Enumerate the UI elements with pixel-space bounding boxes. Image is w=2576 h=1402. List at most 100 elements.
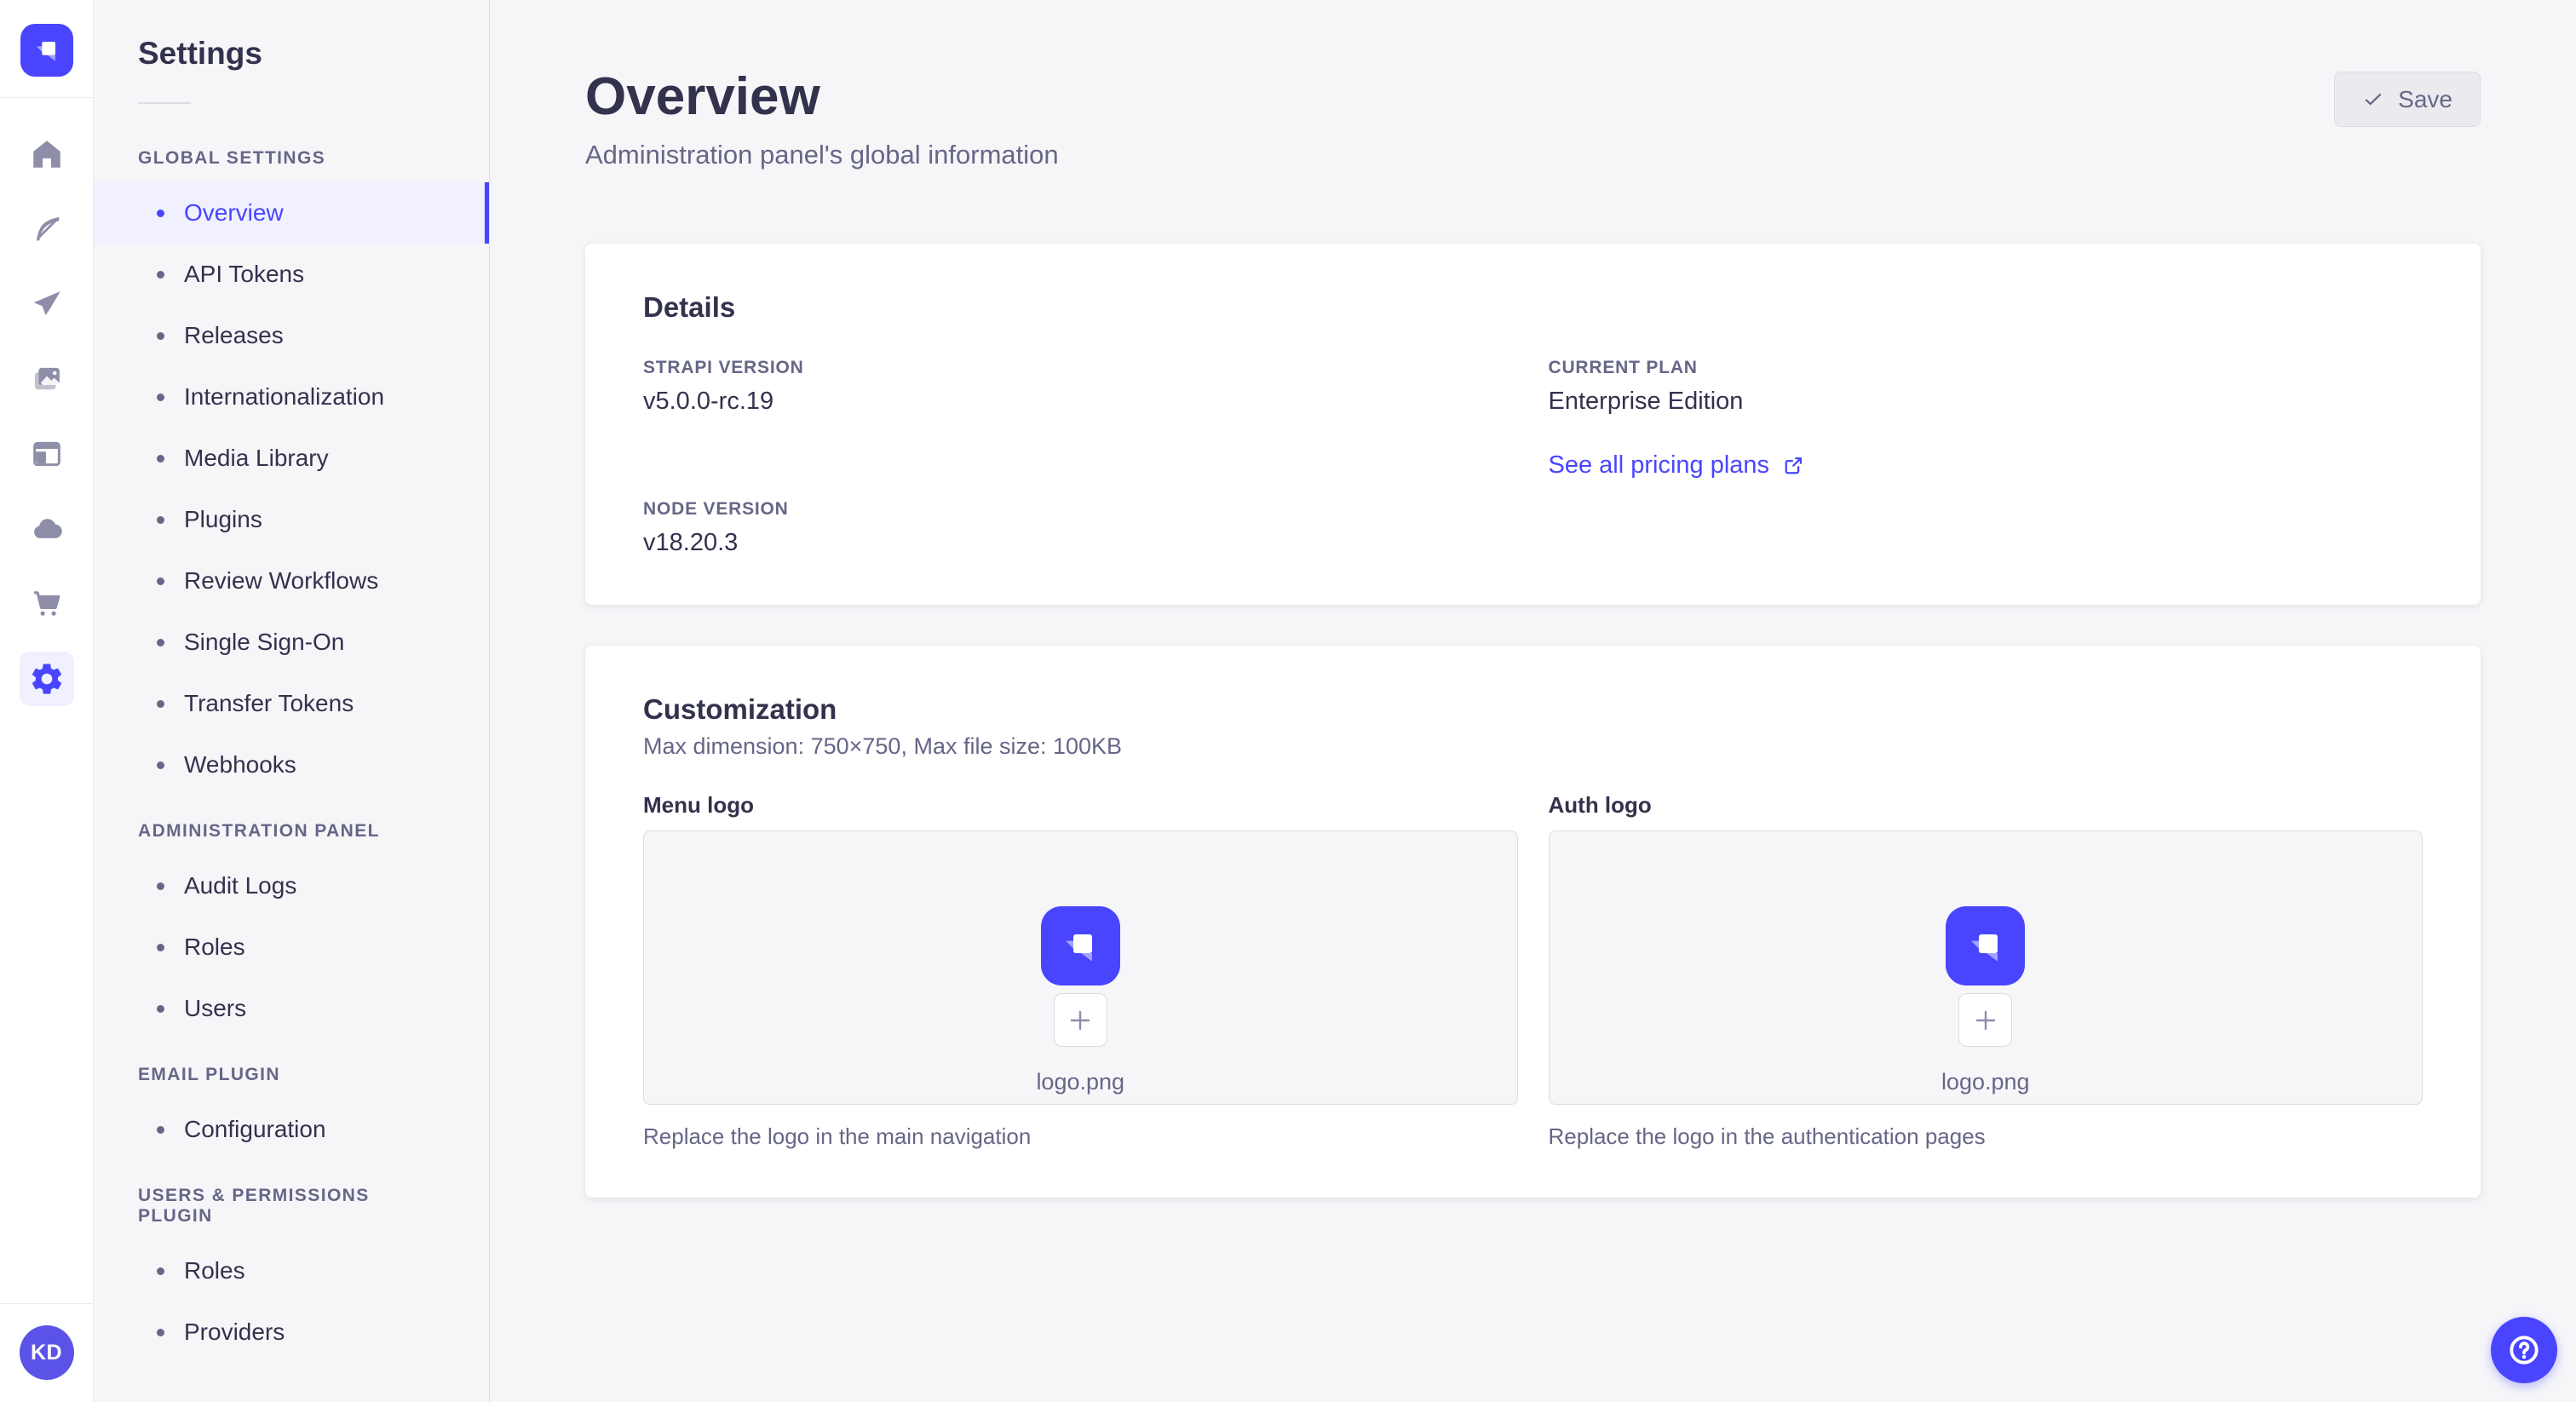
sidebar-item-single-sign-on[interactable]: Single Sign-On xyxy=(94,612,489,673)
sidebar-item-label: Configuration xyxy=(184,1116,326,1142)
auth-logo-block: Auth logo logo.png Replace the logo in t… xyxy=(1548,792,2423,1150)
sidebar-item-label: Webhooks xyxy=(184,751,296,778)
menu-logo-dropzone[interactable]: logo.png xyxy=(643,830,1518,1106)
feather-icon[interactable] xyxy=(20,202,74,256)
strapi-logo-glyph xyxy=(1970,934,1998,962)
page-subtitle: Administration panel's global informatio… xyxy=(585,140,1059,170)
strapi-logo-glyph xyxy=(36,42,55,61)
plus-icon xyxy=(1975,1010,1995,1030)
cart-icon[interactable] xyxy=(20,577,74,631)
rail-nav xyxy=(19,127,74,706)
sidebar-item-label: Users xyxy=(184,995,247,1021)
auth-logo-caption: Replace the logo in the authentication p… xyxy=(1548,1123,1986,1150)
sidebar-item-label: Roles xyxy=(184,1257,245,1284)
details-right-column: CURRENT PLAN Enterprise Edition See all … xyxy=(1549,358,2424,557)
sidebar-title-divider xyxy=(138,102,191,104)
save-button[interactable]: Save xyxy=(2334,72,2481,127)
menu-logo-block: Menu logo logo.png Replace the logo in t… xyxy=(643,792,1518,1150)
sidebar-item-label: Review Workflows xyxy=(184,567,379,594)
bullet-icon xyxy=(157,1328,164,1336)
home-icon[interactable] xyxy=(20,127,74,181)
send-icon[interactable] xyxy=(20,277,74,331)
sidebar-item-label: Media Library xyxy=(184,445,329,471)
bullet-icon xyxy=(157,209,164,217)
section-label-global-settings: GLOBAL SETTINGS xyxy=(138,148,326,168)
current-plan-field: CURRENT PLAN Enterprise Edition xyxy=(1549,358,2424,416)
current-plan-label: CURRENT PLAN xyxy=(1548,358,1698,378)
sidebar-item-label: Single Sign-On xyxy=(184,629,345,655)
section-label-administration-panel: ADMINISTRATION PANEL xyxy=(138,821,380,841)
sidebar-item-email-configuration[interactable]: Configuration xyxy=(94,1099,489,1160)
node-version-value: v18.20.3 xyxy=(643,529,739,557)
bullet-icon xyxy=(157,1267,164,1275)
strapi-logo[interactable] xyxy=(20,24,73,77)
bullet-icon xyxy=(157,515,164,524)
current-plan-value: Enterprise Edition xyxy=(1548,388,1744,416)
sidebar-item-label: Providers xyxy=(184,1319,285,1345)
customization-card-title: Customization xyxy=(643,693,837,726)
sidebar-item-admin-roles[interactable]: Roles xyxy=(94,916,489,978)
rail-divider xyxy=(0,97,93,98)
sidebar-item-plugins[interactable]: Plugins xyxy=(94,489,489,550)
layout-icon[interactable] xyxy=(20,427,74,481)
page-title-block: Overview Administration panel's global i… xyxy=(585,67,1059,170)
sidebar-item-label: Releases xyxy=(184,322,284,348)
bullet-icon xyxy=(157,270,164,279)
bullet-icon xyxy=(157,1004,164,1013)
cloud-icon[interactable] xyxy=(20,502,74,556)
avatar[interactable]: KD xyxy=(19,1325,74,1380)
bullet-icon xyxy=(157,699,164,708)
sidebar-item-transfer-tokens[interactable]: Transfer Tokens xyxy=(94,673,489,734)
bullet-icon xyxy=(157,761,164,769)
details-card-title: Details xyxy=(643,291,736,324)
sidebar-item-label: Audit Logs xyxy=(184,872,297,899)
pricing-plans-link[interactable]: See all pricing plans xyxy=(1549,451,1806,480)
menu-logo-add-button[interactable] xyxy=(1053,993,1107,1048)
menu-logo-preview xyxy=(1040,906,1120,986)
external-link-icon xyxy=(1785,457,1803,474)
sidebar-item-label: Transfer Tokens xyxy=(184,690,354,716)
auth-logo-filename: logo.png xyxy=(1941,1069,2030,1095)
auth-logo-dropzone[interactable]: logo.png xyxy=(1548,830,2423,1106)
sidebar-item-admin-users[interactable]: Users xyxy=(94,978,489,1039)
media-icon[interactable] xyxy=(20,352,74,406)
save-button-label: Save xyxy=(2398,85,2452,112)
check-icon xyxy=(2365,93,2382,105)
bullet-icon xyxy=(157,1125,164,1134)
sidebar-item-up-roles[interactable]: Roles xyxy=(94,1240,489,1301)
main-nav-rail: KD xyxy=(0,0,94,1402)
strapi-version-label: STRAPI VERSION xyxy=(643,358,804,378)
gear-icon[interactable] xyxy=(19,652,74,706)
sidebar-item-review-workflows[interactable]: Review Workflows xyxy=(94,550,489,612)
node-version-label: NODE VERSION xyxy=(643,499,789,520)
auth-logo-add-button[interactable] xyxy=(1958,993,2013,1048)
sidebar-item-internationalization[interactable]: Internationalization xyxy=(94,366,489,428)
sidebar-item-up-providers[interactable]: Providers xyxy=(94,1301,489,1363)
auth-logo-label: Auth logo xyxy=(1548,792,1652,819)
sidebar-item-label: API Tokens xyxy=(184,261,305,287)
details-card: Details STRAPI VERSION v5.0.0-rc.19 NODE… xyxy=(585,244,2481,606)
sidebar-item-label: Plugins xyxy=(184,506,262,532)
menu-logo-caption: Replace the logo in the main navigation xyxy=(643,1123,1032,1150)
bullet-icon xyxy=(157,454,164,463)
sidebar-item-webhooks[interactable]: Webhooks xyxy=(94,734,489,796)
question-icon xyxy=(2510,1336,2539,1365)
sidebar-item-label: Overview xyxy=(184,199,284,226)
page-title: Overview xyxy=(585,67,820,126)
main-content: Overview Administration panel's global i… xyxy=(490,0,2576,1402)
sidebar-item-releases[interactable]: Releases xyxy=(94,305,489,366)
help-button[interactable] xyxy=(2491,1317,2557,1383)
bullet-icon xyxy=(157,331,164,340)
sidebar-item-overview[interactable]: Overview xyxy=(94,182,489,244)
section-label-email-plugin: EMAIL PLUGIN xyxy=(138,1065,280,1084)
section-label-users-permissions-plugin: USERS & PERMISSIONS PLUGIN xyxy=(138,1186,370,1226)
pricing-plans-link-label: See all pricing plans xyxy=(1548,451,1770,480)
settings-sidebar: Settings GLOBAL SETTINGS Overview API To… xyxy=(94,0,490,1402)
plus-icon xyxy=(1071,1010,1090,1030)
customization-card: Customization Max dimension: 750×750, Ma… xyxy=(585,646,2481,1198)
sidebar-item-api-tokens[interactable]: API Tokens xyxy=(94,244,489,305)
sidebar-item-label: Internationalization xyxy=(184,383,385,410)
sidebar-item-audit-logs[interactable]: Audit Logs xyxy=(94,855,489,916)
bullet-icon xyxy=(157,638,164,646)
sidebar-item-media-library[interactable]: Media Library xyxy=(94,428,489,489)
